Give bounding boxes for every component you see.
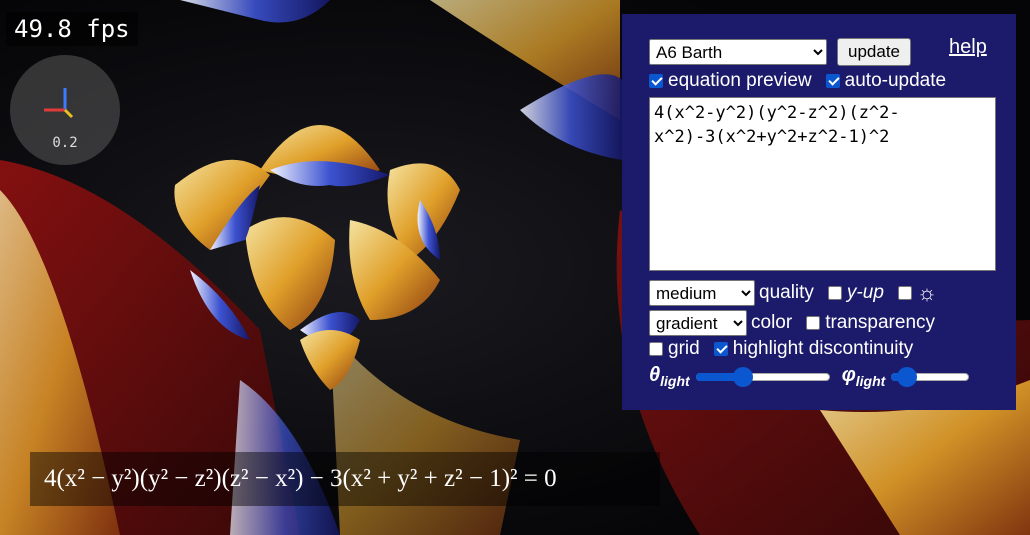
- axes-scale-label: 0.2: [52, 135, 78, 151]
- quality-label: quality: [759, 282, 814, 303]
- grid-checkbox[interactable]: [649, 342, 663, 356]
- update-button[interactable]: update: [837, 38, 911, 66]
- light-toggle-checkbox[interactable]: [897, 286, 912, 300]
- phi-light-label: φlight: [841, 364, 886, 389]
- surface-select[interactable]: A6 Barth: [649, 39, 827, 65]
- theta-light-label: θlight: [649, 364, 690, 389]
- y-up-label: y-up: [846, 282, 884, 303]
- sun-icon: ☼: [916, 280, 938, 305]
- phi-light-slider[interactable]: [891, 366, 970, 387]
- highlight-discontinuity-checkbox[interactable]: [713, 342, 728, 356]
- theta-light-slider[interactable]: [695, 366, 830, 387]
- highlight-discontinuity-label: highlight discontinuity: [732, 338, 914, 359]
- transparency-label: transparency: [825, 312, 936, 333]
- help-link[interactable]: help: [949, 36, 987, 59]
- fps-counter: 49.8 fps: [6, 12, 138, 46]
- grid-label: grid: [668, 338, 700, 359]
- transparency-checkbox[interactable]: [806, 316, 821, 330]
- quality-select[interactable]: medium: [649, 280, 755, 306]
- axes-gizmo[interactable]: 0.2: [10, 55, 120, 165]
- control-panel: A6 Barth update help equation preview au…: [622, 14, 1016, 410]
- equation-preview-display: 4(x² − y²)(y² − z²)(z² − x²) − 3(x² + y²…: [30, 452, 660, 506]
- color-label: color: [751, 312, 793, 333]
- equation-preview-checkbox[interactable]: [649, 74, 663, 88]
- auto-update-checkbox[interactable]: [825, 74, 840, 88]
- equation-preview-label: equation preview: [668, 70, 812, 91]
- auto-update-label: auto-update: [844, 70, 947, 91]
- y-up-checkbox[interactable]: [827, 286, 842, 300]
- color-select[interactable]: gradient: [649, 310, 747, 336]
- equation-input[interactable]: 4(x^2-y^2)(y^2-z^2)(z^2-x^2)-3(x^2+y^2+z…: [649, 97, 996, 271]
